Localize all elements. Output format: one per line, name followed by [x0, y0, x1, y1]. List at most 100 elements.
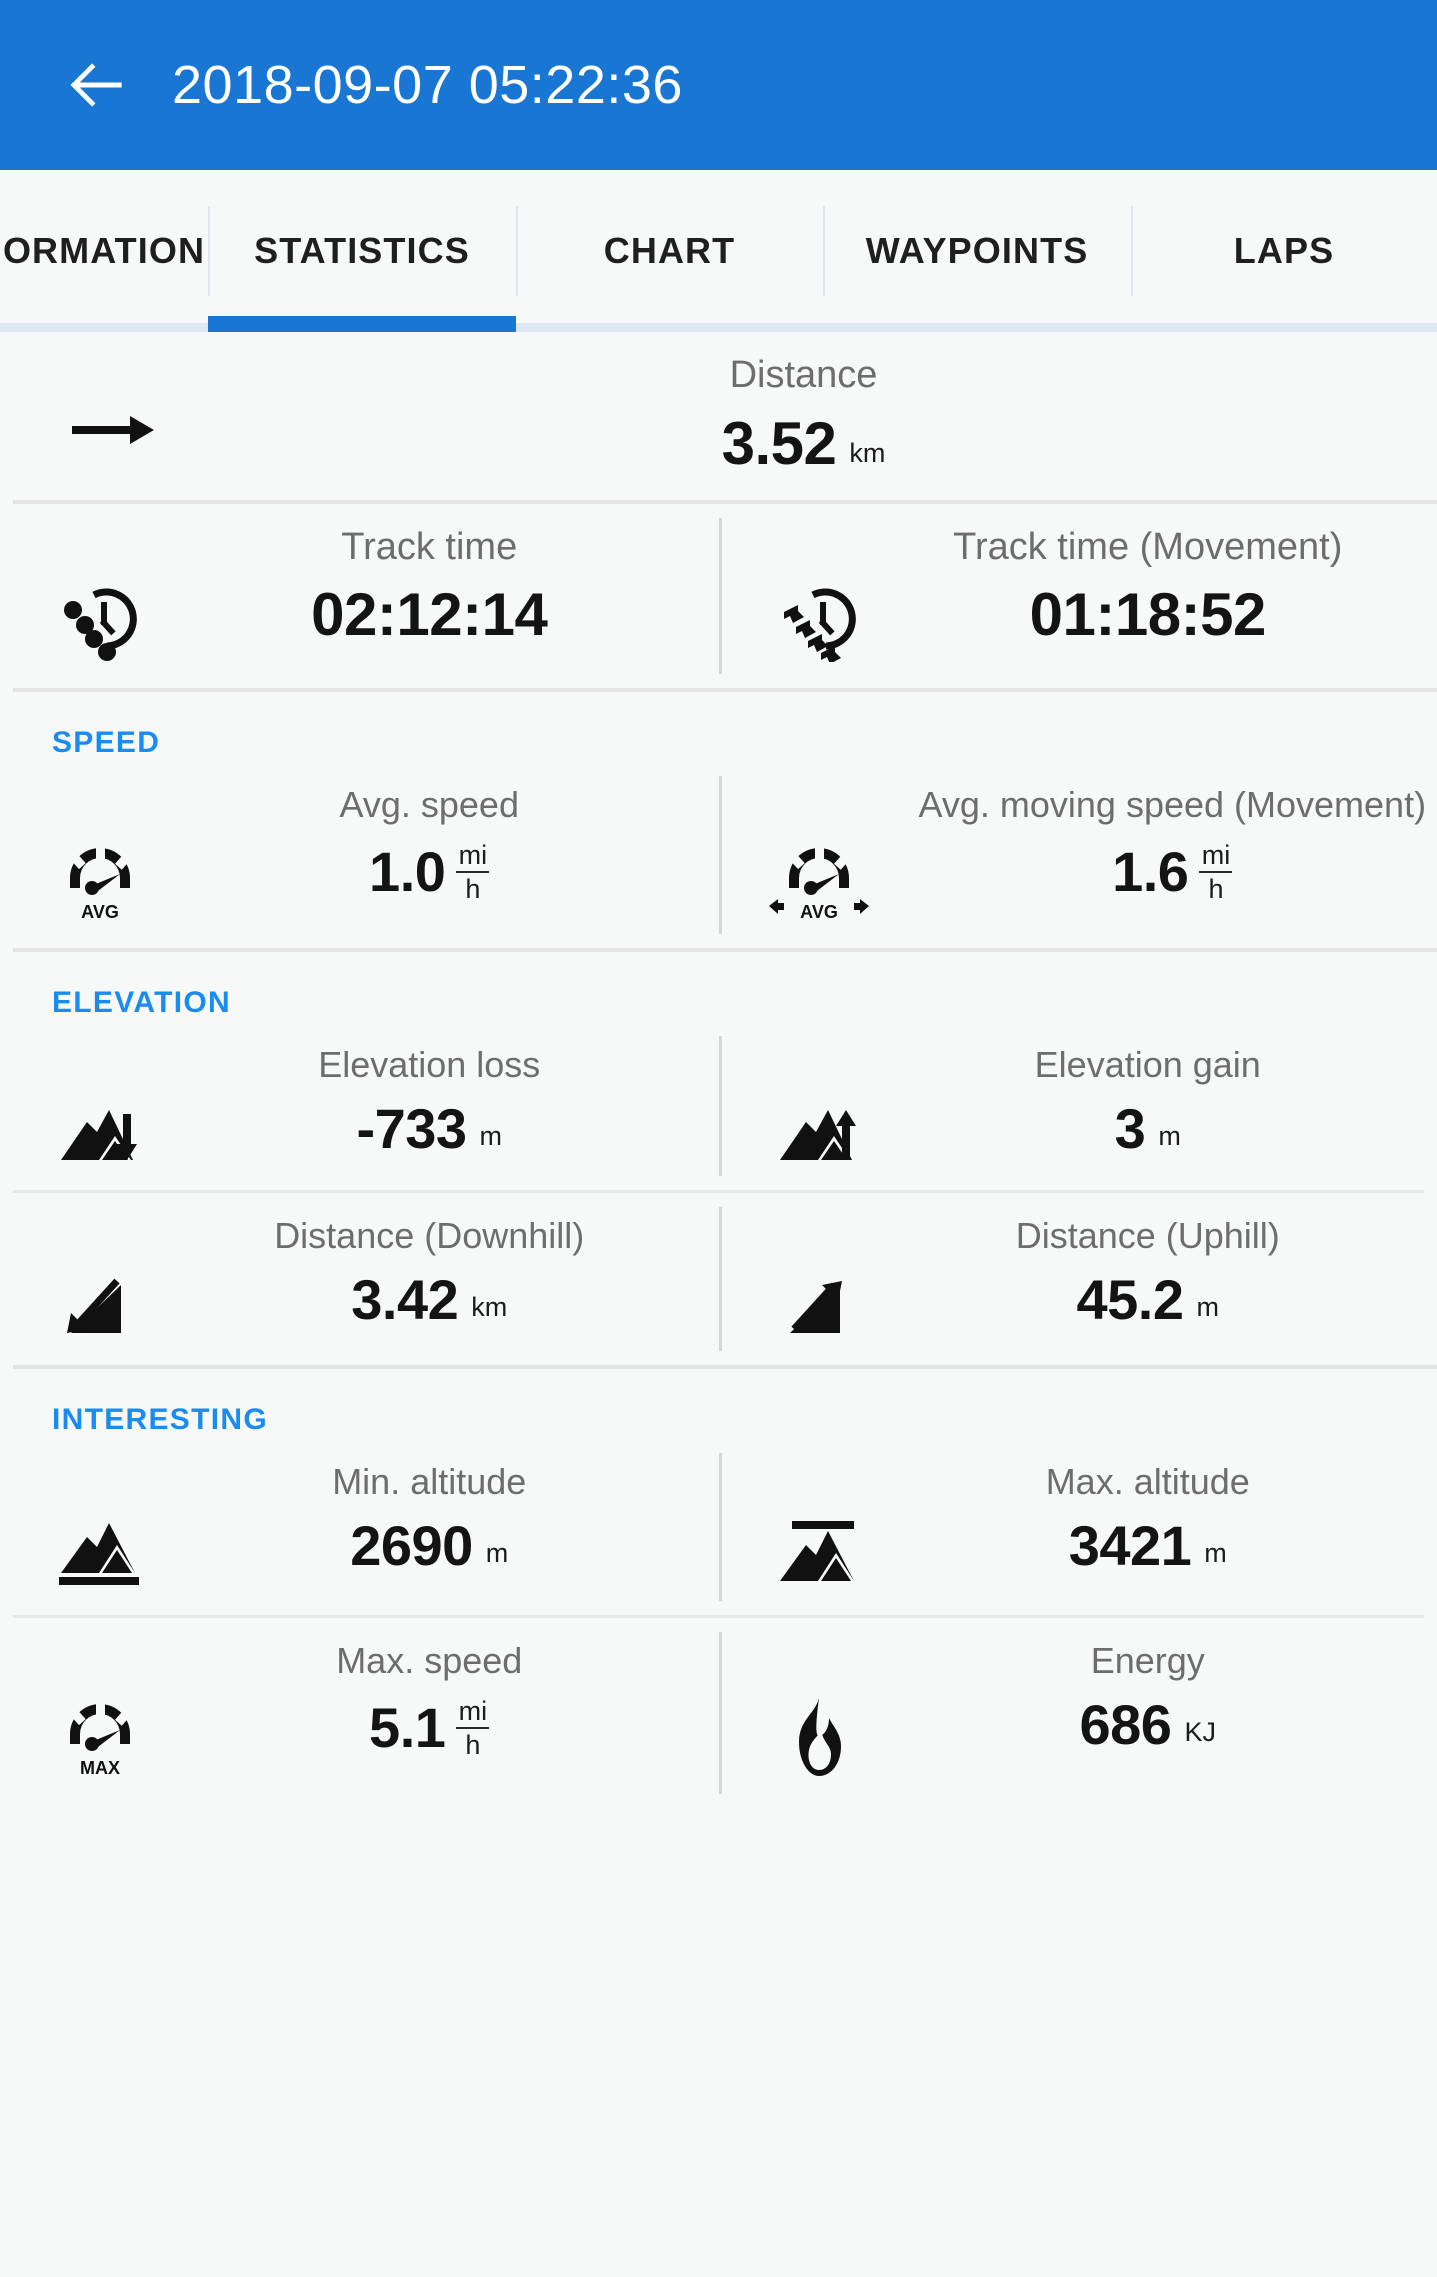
stat-value-row: 1.0 mi h	[369, 840, 490, 904]
stat-cell-track-time[interactable]: Track time 02:12:14	[0, 504, 719, 688]
mountain-down-arrow-icon	[0, 1044, 200, 1164]
elevation-section: ELEVATION Elevation loss -733 m Elevatio…	[0, 951, 1437, 1365]
arrow-right-icon	[0, 354, 230, 450]
clock-dots-icon	[0, 526, 200, 662]
speedometer-max-icon: MAX	[0, 1640, 200, 1778]
slope-uphill-icon	[719, 1215, 919, 1339]
cell-divider	[718, 1631, 722, 1794]
tab-label: LAPS	[1233, 230, 1335, 271]
tab-label: WAYPOINTS	[865, 230, 1089, 271]
stat-cell-track-time-movement[interactable]: Track time (Movement) 01:18:52	[718, 504, 1437, 688]
clock-arrows-icon	[719, 526, 919, 662]
tab-divider	[823, 206, 825, 296]
stat-cell-avg-moving-speed[interactable]: AVG Avg. moving speed (Movement) 1.6 mi …	[718, 762, 1437, 948]
stat-cell-max-speed[interactable]: MAX Max. speed 5.1 mi h	[0, 1618, 719, 1808]
unit-numerator: mi	[458, 1696, 488, 1727]
stat-unit: mi h	[456, 840, 490, 904]
tab-label: ORMATION	[2, 230, 206, 271]
stat-label: Min. altitude	[332, 1460, 527, 1502]
stat-unit: km	[849, 437, 886, 468]
tab-statistics[interactable]: STATISTICS	[208, 170, 516, 332]
stat-cell-distance-downhill[interactable]: Distance (Downhill) 3.42 km	[0, 1193, 719, 1365]
arrow-left-icon	[70, 63, 122, 107]
unit-numerator: mi	[1201, 840, 1231, 871]
tab-label: STATISTICS	[254, 230, 470, 271]
speedometer-avg-icon: AVG	[0, 784, 200, 922]
stat-unit: m	[479, 1121, 503, 1152]
stat-value-row: 01:18:52	[1029, 581, 1267, 649]
stat-value: 3.42	[351, 1268, 459, 1332]
app-bar: 2018-09-07 05:22:36	[0, 0, 1437, 170]
stat-unit: m	[1204, 1538, 1227, 1569]
stat-row: Track time 02:12:14 Track time (Movement…	[0, 504, 1437, 688]
tab-laps[interactable]: LAPS	[1131, 170, 1437, 332]
stat-value: 3.52	[721, 409, 837, 477]
stat-cell-max-altitude[interactable]: Max. altitude 3421 m	[718, 1439, 1437, 1615]
stat-unit: KJ	[1184, 1717, 1216, 1748]
stat-cell-min-altitude[interactable]: Min. altitude 2690 m	[0, 1439, 719, 1615]
mountain-min-icon	[0, 1461, 200, 1589]
stat-label: Elevation loss	[318, 1043, 541, 1085]
statistics-content: Distance 3.52 km Track time 02:12:14 Tra…	[0, 332, 1437, 2277]
stat-label: Avg. moving speed (Movement)	[918, 783, 1427, 825]
stat-unit: km	[471, 1292, 508, 1323]
speedometer-avg-moving-icon: AVG	[719, 784, 919, 922]
distance-block: Distance 3.52 km	[0, 332, 1437, 500]
stat-cell-distance-uphill[interactable]: Distance (Uphill) 45.2 m	[718, 1193, 1437, 1365]
stat-unit: mi h	[1199, 840, 1233, 904]
section-title-elevation: ELEVATION	[52, 985, 231, 1019]
section-title-interesting: INTERESTING	[52, 1402, 268, 1436]
stat-label: Max. altitude	[1045, 1460, 1250, 1502]
stat-cell-energy[interactable]: Energy 686 KJ	[718, 1618, 1437, 1808]
unit-denominator: h	[1199, 871, 1233, 904]
stat-value: 2690	[350, 1514, 473, 1578]
stat-value-row: 3421 m	[1069, 1518, 1227, 1574]
cell-divider	[718, 517, 722, 674]
slope-downhill-icon	[0, 1215, 200, 1339]
stat-cell-elevation-loss[interactable]: Elevation loss -733 m	[0, 1022, 719, 1190]
stat-row: Distance (Downhill) 3.42 km Distance (Up…	[0, 1193, 1437, 1365]
tab-divider	[516, 206, 518, 296]
stat-row: Elevation loss -733 m Elevation gain 3 m	[0, 1022, 1437, 1190]
stat-label: Energy	[1090, 1639, 1205, 1681]
cell-divider	[718, 1206, 722, 1351]
tab-information[interactable]: ORMATION	[0, 170, 208, 332]
section-title-speed: SPEED	[52, 725, 161, 759]
stat-unit: m	[485, 1538, 509, 1569]
unit-numerator: mi	[458, 840, 488, 871]
mountain-up-arrow-icon	[719, 1044, 919, 1164]
track-time-block: Track time 02:12:14 Track time (Movement…	[0, 503, 1437, 688]
tab-waypoints[interactable]: WAYPOINTS	[823, 170, 1131, 332]
stat-value-row: 45.2 m	[1077, 1272, 1220, 1328]
stat-label: Distance (Uphill)	[1015, 1214, 1280, 1256]
stat-label: Elevation gain	[1034, 1043, 1261, 1085]
mountain-max-icon	[719, 1461, 919, 1589]
interesting-section: INTERESTING Min. altitude 2690 m Max. al…	[0, 1368, 1437, 1808]
track-statistics-screen: 2018-09-07 05:22:36 ORMATION STATISTICS …	[0, 0, 1437, 2277]
stat-cell-elevation-gain[interactable]: Elevation gain 3 m	[718, 1022, 1437, 1190]
tab-divider	[1131, 206, 1133, 296]
svg-text:AVG: AVG	[81, 902, 119, 922]
stat-row: Min. altitude 2690 m Max. altitude 3421 …	[0, 1439, 1437, 1615]
stat-value: 5.1	[369, 1696, 446, 1760]
stat-label: Distance (Downhill)	[274, 1214, 585, 1256]
speed-section: SPEED AVG Avg. speed 1.0 mi h AVG Avg. m…	[0, 691, 1437, 948]
stat-value-row: 2690 m	[350, 1518, 508, 1574]
stat-value-row: 1.6 mi h	[1112, 840, 1233, 904]
stat-label: Max. speed	[336, 1639, 523, 1681]
tab-bar: ORMATION STATISTICS CHART WAYPOINTS LAPS	[0, 170, 1437, 332]
stat-value: 01:18:52	[1029, 581, 1267, 649]
stat-cell-avg-speed[interactable]: AVG Avg. speed 1.0 mi h	[0, 762, 719, 948]
stat-row: MAX Max. speed 5.1 mi h Energy 686 KJ	[0, 1618, 1437, 1808]
stat-unit: m	[1196, 1292, 1220, 1323]
stat-value-row: 686 KJ	[1080, 1697, 1216, 1753]
stat-cell-distance[interactable]: Distance 3.52 km	[0, 332, 1437, 500]
stat-unit: mi h	[456, 1696, 490, 1760]
tab-chart[interactable]: CHART	[516, 170, 823, 332]
tab-label: CHART	[603, 230, 736, 271]
back-button[interactable]	[58, 46, 136, 124]
stat-label: Track time	[341, 525, 518, 568]
stat-value: 3	[1114, 1097, 1146, 1161]
flame-icon	[719, 1640, 919, 1782]
stat-value: 1.0	[369, 840, 446, 904]
